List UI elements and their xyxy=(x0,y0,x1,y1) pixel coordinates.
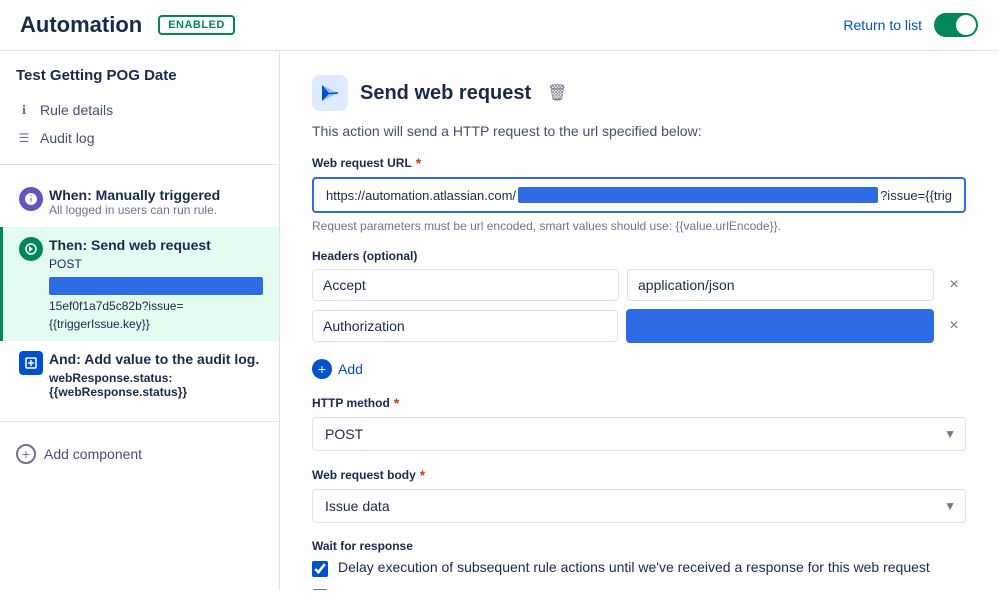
header-right: Return to list xyxy=(843,13,978,37)
checkbox-delay[interactable] xyxy=(312,561,328,577)
header-value-2[interactable] xyxy=(626,309,934,343)
url-field-label: Web request URL * xyxy=(312,155,966,171)
content-title: Send web request xyxy=(360,82,531,105)
sidebar-divider-2 xyxy=(0,421,279,422)
url-prefix: https://automation.atlassian.com/ xyxy=(326,188,516,203)
add-component-label: Add component xyxy=(44,446,142,462)
add-label: Add xyxy=(338,361,363,377)
sidebar-divider xyxy=(0,164,279,165)
url-hint: Request parameters must be url encoded, … xyxy=(312,219,966,233)
url-suffix: ?issue={{trig xyxy=(880,188,952,203)
then-icon xyxy=(19,237,43,261)
when-step-subtitle: All logged in users can run rule. xyxy=(49,203,263,217)
automation-toggle[interactable] xyxy=(934,13,978,37)
web-body-select[interactable]: Issue data Custom data Empty xyxy=(312,489,966,523)
and-icon xyxy=(19,351,43,375)
then-step-title: Then: Send web request xyxy=(49,237,263,253)
http-method-select[interactable]: POST GET PUT DELETE PATCH xyxy=(312,417,966,451)
add-header-btn[interactable]: + Add xyxy=(312,359,363,379)
nav-rule-details[interactable]: ℹ Rule details xyxy=(0,96,279,124)
audit-icon: ☰ xyxy=(16,130,32,146)
url-input-display[interactable]: https://automation.atlassian.com/ ?issue… xyxy=(312,177,966,213)
app-title: Automation xyxy=(20,12,142,38)
then-step[interactable]: Then: Send web request POST 15ef0f1a7d5c… xyxy=(0,227,279,341)
add-component-btn[interactable]: + Add component xyxy=(0,434,279,474)
url-highlight-block xyxy=(518,187,878,203)
when-step-content: When: Manually triggered All logged in u… xyxy=(49,187,263,217)
wait-response-label: Wait for response xyxy=(312,539,966,553)
web-body-wrapper: Issue data Custom data Empty ▼ xyxy=(312,489,966,523)
then-step-trigger: {{triggerIssue.key}} xyxy=(49,317,263,331)
then-step-post: POST xyxy=(49,257,263,271)
main-content: Send web request 🗑 This action will send… xyxy=(280,51,998,590)
nav-audit-log-label: Audit log xyxy=(40,130,94,146)
return-to-list-link[interactable]: Return to list xyxy=(843,17,922,33)
checkbox-continue-row: Continue running the rule even if the re… xyxy=(312,587,966,590)
required-indicator: * xyxy=(416,155,421,171)
headers-label: Headers (optional) xyxy=(312,249,966,263)
then-step-url-bar xyxy=(49,277,263,295)
header-value-1[interactable] xyxy=(627,269,934,301)
and-step-detail: webResponse.status:{{webResponse.status}… xyxy=(49,371,263,399)
app-header: Automation ENABLED Return to list xyxy=(0,0,998,51)
rule-title: Test Getting POG Date xyxy=(0,67,279,96)
checkbox-continue-label: Continue running the rule even if the re… xyxy=(338,587,931,590)
add-circle-icon: + xyxy=(16,444,36,464)
nav-audit-log[interactable]: ☰ Audit log xyxy=(0,124,279,152)
http-method-label: HTTP method * xyxy=(312,395,966,411)
add-icon: + xyxy=(312,359,332,379)
send-web-request-icon xyxy=(312,75,348,111)
required-indicator-2: * xyxy=(394,395,399,411)
header-row-2: × xyxy=(312,309,966,343)
nav-rule-details-label: Rule details xyxy=(40,102,113,118)
required-indicator-3: * xyxy=(420,467,425,483)
and-step[interactable]: And: Add value to the audit log. webResp… xyxy=(0,341,279,409)
and-step-bold: webResponse.status:{{webResponse.status}… xyxy=(49,371,187,399)
section-description: This action will send a HTTP request to … xyxy=(312,123,966,139)
remove-header-2-btn[interactable]: × xyxy=(942,317,966,335)
and-step-content: And: Add value to the audit log. webResp… xyxy=(49,351,263,399)
checkbox-continue[interactable] xyxy=(312,589,328,590)
and-step-title: And: Add value to the audit log. xyxy=(49,351,263,367)
header-row-1: × xyxy=(312,269,966,301)
remove-header-1-btn[interactable]: × xyxy=(942,276,966,294)
when-icon xyxy=(19,187,43,211)
delete-icon[interactable]: 🗑 xyxy=(547,83,567,103)
when-step[interactable]: When: Manually triggered All logged in u… xyxy=(0,177,279,227)
checkbox-delay-label: Delay execution of subsequent rule actio… xyxy=(338,559,930,575)
content-header: Send web request 🗑 xyxy=(312,75,966,111)
http-method-wrapper: POST GET PUT DELETE PATCH ▼ xyxy=(312,417,966,451)
web-body-label: Web request body * xyxy=(312,467,966,483)
sidebar: Test Getting POG Date ℹ Rule details ☰ A… xyxy=(0,51,280,590)
headers-section: × × xyxy=(312,269,966,343)
then-step-url-suffix: 15ef0f1a7d5c82b?issue= xyxy=(49,299,263,313)
header-key-1[interactable] xyxy=(312,269,619,301)
header-key-2[interactable] xyxy=(312,310,618,342)
url-field-wrapper: https://automation.atlassian.com/ ?issue… xyxy=(312,177,966,213)
enabled-badge: ENABLED xyxy=(158,15,235,35)
info-icon: ℹ xyxy=(16,102,32,118)
main-layout: Test Getting POG Date ℹ Rule details ☰ A… xyxy=(0,51,998,590)
when-step-title: When: Manually triggered xyxy=(49,187,263,203)
checkbox-delay-row: Delay execution of subsequent rule actio… xyxy=(312,559,966,577)
then-step-content: Then: Send web request POST 15ef0f1a7d5c… xyxy=(49,237,263,331)
